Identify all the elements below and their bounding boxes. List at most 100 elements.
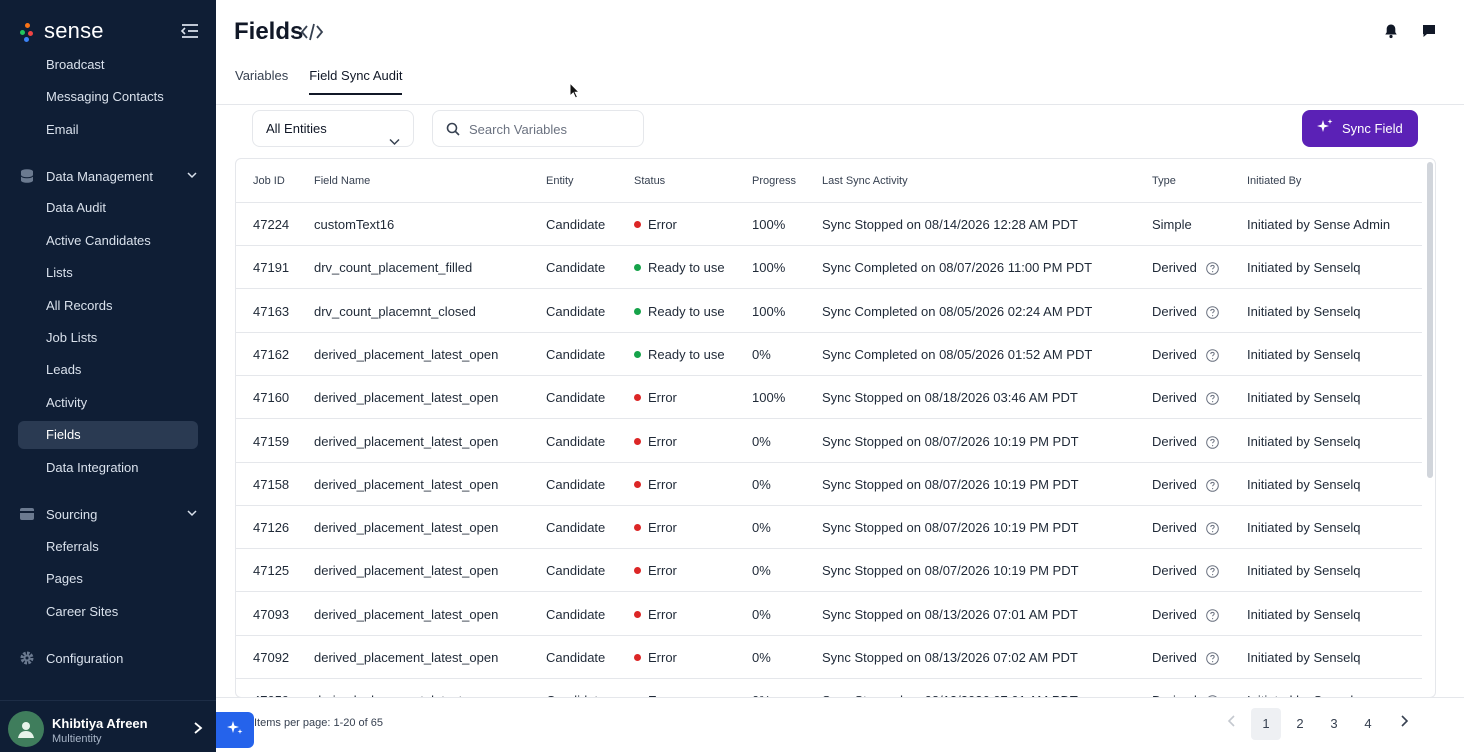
page-button-1[interactable]: 1	[1251, 708, 1281, 740]
help-icon[interactable]	[1205, 596, 1219, 639]
sidebar-item-data-integration[interactable]: Data Integration	[18, 454, 198, 482]
table-row[interactable]: 47160 derived_placement_latest_open Candid…	[236, 376, 1422, 422]
table-row[interactable]: 47093 derived_placement_latest_open Candid…	[236, 593, 1422, 636]
table-row[interactable]: 47191 drv_count_placement_filled Candidate…	[236, 246, 1422, 292]
table-row[interactable]: 47059 derived_placement_latest_open Candid…	[236, 679, 1422, 697]
column-header-field-name[interactable]: Field Name	[314, 159, 370, 203]
type-label: Derived	[1152, 390, 1197, 406]
table-row[interactable]: 47125 derived_placement_latest_open Candid…	[236, 549, 1422, 595]
brand-logo[interactable]: sense	[20, 18, 104, 44]
chevron-right-icon[interactable]	[192, 721, 204, 740]
table-row[interactable]: 47126 derived_placement_latest_open Candid…	[236, 506, 1422, 552]
sidebar-item-active-candidates[interactable]: Active Candidates	[18, 227, 198, 255]
page-title: Fields	[234, 18, 304, 45]
help-icon[interactable]	[1205, 552, 1219, 595]
progress-cell: 0%	[752, 606, 771, 622]
sidebar-item-messaging-contacts[interactable]: Messaging Contacts	[18, 83, 198, 111]
initiated-by-cell: Initiated by Senselq	[1247, 650, 1361, 665]
sidebar-item-email[interactable]: Email	[18, 116, 198, 144]
sidebar-group-data-management[interactable]: Data Management	[18, 162, 202, 190]
code-icon[interactable]	[300, 22, 324, 47]
help-icon[interactable]	[1205, 509, 1219, 552]
help-icon[interactable]	[1205, 249, 1219, 292]
collapse-sidebar-icon[interactable]	[180, 22, 202, 42]
sidebar-group-sourcing[interactable]: Sourcing	[18, 500, 202, 528]
table-row[interactable]: 47224 customText16 Candidate Error 100% Sync …	[236, 203, 1422, 246]
type-cell: Derived	[1152, 593, 1219, 636]
last-sync-cell: Sync Stopped on 08/13/2026 07:01 AM PDT	[822, 606, 1078, 622]
field-name-cell: derived_placement_latest_open	[314, 390, 499, 406]
sidebar-item-leads[interactable]: Leads	[18, 356, 198, 384]
help-icon[interactable]	[1205, 466, 1219, 509]
last-sync-cell: Sync Stopped on 08/07/2026 10:19 PM PDT	[822, 433, 1079, 449]
entity-cell: Candidate	[546, 346, 606, 362]
help-icon[interactable]	[1205, 336, 1219, 379]
brand-name: sense	[44, 18, 104, 43]
status-dot-icon	[634, 437, 641, 445]
job-id-cell: 47125	[253, 563, 290, 579]
sidebar-item-activity[interactable]: Activity	[18, 389, 198, 417]
tab-variables[interactable]: Variables	[235, 68, 288, 95]
status-dot-icon	[634, 480, 641, 488]
column-header-initiated-by[interactable]: Initiated By	[1247, 159, 1301, 203]
initiated-by-cell: Initiated by Senselq	[1247, 303, 1361, 319]
sidebar-item-career-sites[interactable]: Career Sites	[18, 598, 198, 626]
bell-icon[interactable]	[1383, 23, 1399, 44]
chat-icon[interactable]	[1421, 23, 1437, 44]
help-icon[interactable]	[1205, 423, 1219, 466]
initiated-by-cell: Initiated by Senselq	[1247, 476, 1361, 492]
table-row[interactable]: 47163 drv_count_placemnt_closed Candidate R…	[236, 290, 1422, 333]
help-icon[interactable]	[1205, 293, 1219, 336]
search-input[interactable]	[469, 119, 637, 139]
status-label: Error	[648, 520, 677, 536]
entity-select[interactable]: All Entities	[252, 110, 414, 147]
sidebar-item-fields[interactable]: Fields	[18, 421, 198, 449]
sidebar-item-all-records[interactable]: All Records	[18, 292, 198, 320]
sync-field-button[interactable]: Sync Field	[1302, 110, 1418, 147]
table-row[interactable]: 47162 derived_placement_latest_open Candid…	[236, 333, 1422, 376]
sparkles-icon	[1316, 118, 1334, 139]
tab-field-sync-audit[interactable]: Field Sync Audit	[309, 68, 403, 95]
status-dot-icon	[634, 524, 641, 532]
sidebar-item-data-audit[interactable]: Data Audit	[18, 194, 198, 222]
next-page-icon[interactable]	[1396, 708, 1412, 740]
search-box	[432, 110, 644, 147]
column-header-entity[interactable]: Entity	[546, 159, 574, 203]
sidebar-item-referrals[interactable]: Referrals	[18, 533, 198, 561]
initiated-by-cell: Initiated by Senselq	[1247, 433, 1361, 449]
scrollbar-thumb[interactable]	[1427, 162, 1433, 478]
help-icon[interactable]	[1205, 379, 1219, 422]
sidebar-item-lists[interactable]: Lists	[18, 259, 198, 287]
sidebar-group-configuration[interactable]: Configuration	[18, 644, 202, 672]
table-row[interactable]: 47092 derived_placement_latest_open Candid…	[236, 636, 1422, 679]
user-profile[interactable]: Khibtiya Afreen Multientity	[0, 700, 216, 752]
type-cell: Derived	[1152, 333, 1219, 376]
sidebar-item-job-lists[interactable]: Job Lists	[18, 324, 198, 352]
table-row[interactable]: 47158 derived_placement_latest_open Candid…	[236, 463, 1422, 506]
type-label: Derived	[1152, 433, 1197, 449]
page-button-4[interactable]: 4	[1353, 708, 1383, 740]
last-sync-cell: Sync Completed on 08/05/2026 01:52 AM PD…	[822, 346, 1093, 362]
column-header-status[interactable]: Status	[634, 159, 665, 203]
status-label: Ready to use	[648, 303, 725, 319]
sidebar-item-broadcast[interactable]: Broadcast	[18, 51, 198, 79]
progress-cell: 0%	[752, 476, 771, 492]
previous-page-icon[interactable]	[1224, 708, 1240, 740]
tab-bar: Variables Field Sync Audit	[235, 68, 403, 95]
table-row[interactable]: 47159 derived_placement_latest_open Candid…	[236, 420, 1422, 463]
column-header-job-id[interactable]: Job ID	[253, 159, 285, 203]
sidebar-item-pages[interactable]: Pages	[18, 565, 198, 593]
help-icon[interactable]	[1205, 639, 1219, 682]
column-header-last-sync-activity[interactable]: Last Sync Activity	[822, 159, 908, 203]
ai-assistant-button[interactable]	[216, 712, 254, 748]
table-scrollbar[interactable]	[1425, 160, 1433, 695]
column-header-type[interactable]: Type	[1152, 159, 1176, 203]
help-icon[interactable]	[1206, 682, 1219, 697]
column-header-progress[interactable]: Progress	[752, 159, 796, 203]
page-button-2[interactable]: 2	[1285, 708, 1315, 740]
page-button-3[interactable]: 3	[1319, 708, 1349, 740]
status-dot-icon	[634, 610, 641, 618]
divider	[216, 697, 1464, 698]
job-id-cell: 47159	[253, 433, 290, 449]
type-label: Derived	[1152, 650, 1197, 665]
